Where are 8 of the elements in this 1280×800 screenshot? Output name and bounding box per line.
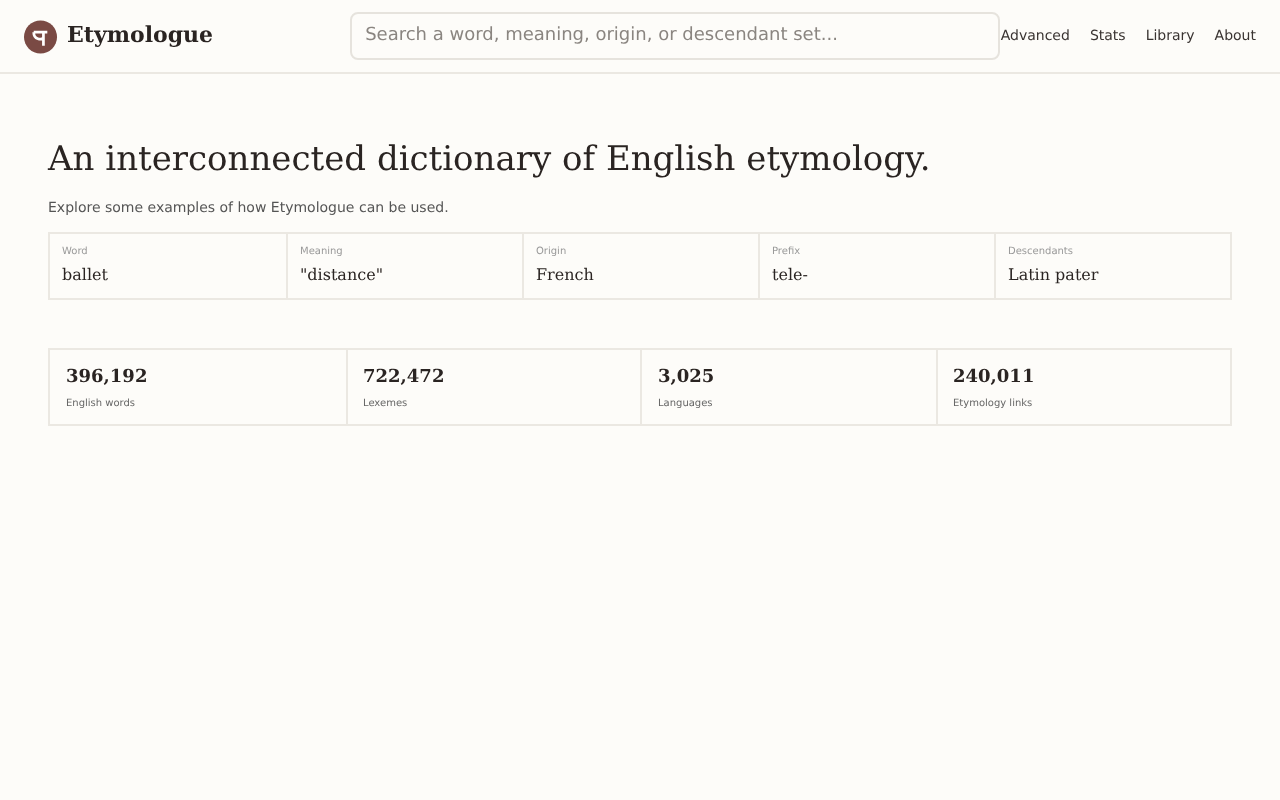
- stat-value: 3,025: [658, 365, 717, 391]
- page-title: An interconnected dictionary of English etymology.: [48, 138, 933, 184]
- stat-value: 240,011: [953, 365, 1037, 391]
- stat-value: 396,192: [66, 365, 150, 391]
- stat-value: 722,472: [363, 365, 447, 391]
- brand-name[interactable]: Etymologue: [67, 19, 214, 53]
- logo-icon[interactable]: [24, 19, 58, 53]
- search-field[interactable]: Search a word, meaning, origin, or descendant set...: [349, 12, 1001, 60]
